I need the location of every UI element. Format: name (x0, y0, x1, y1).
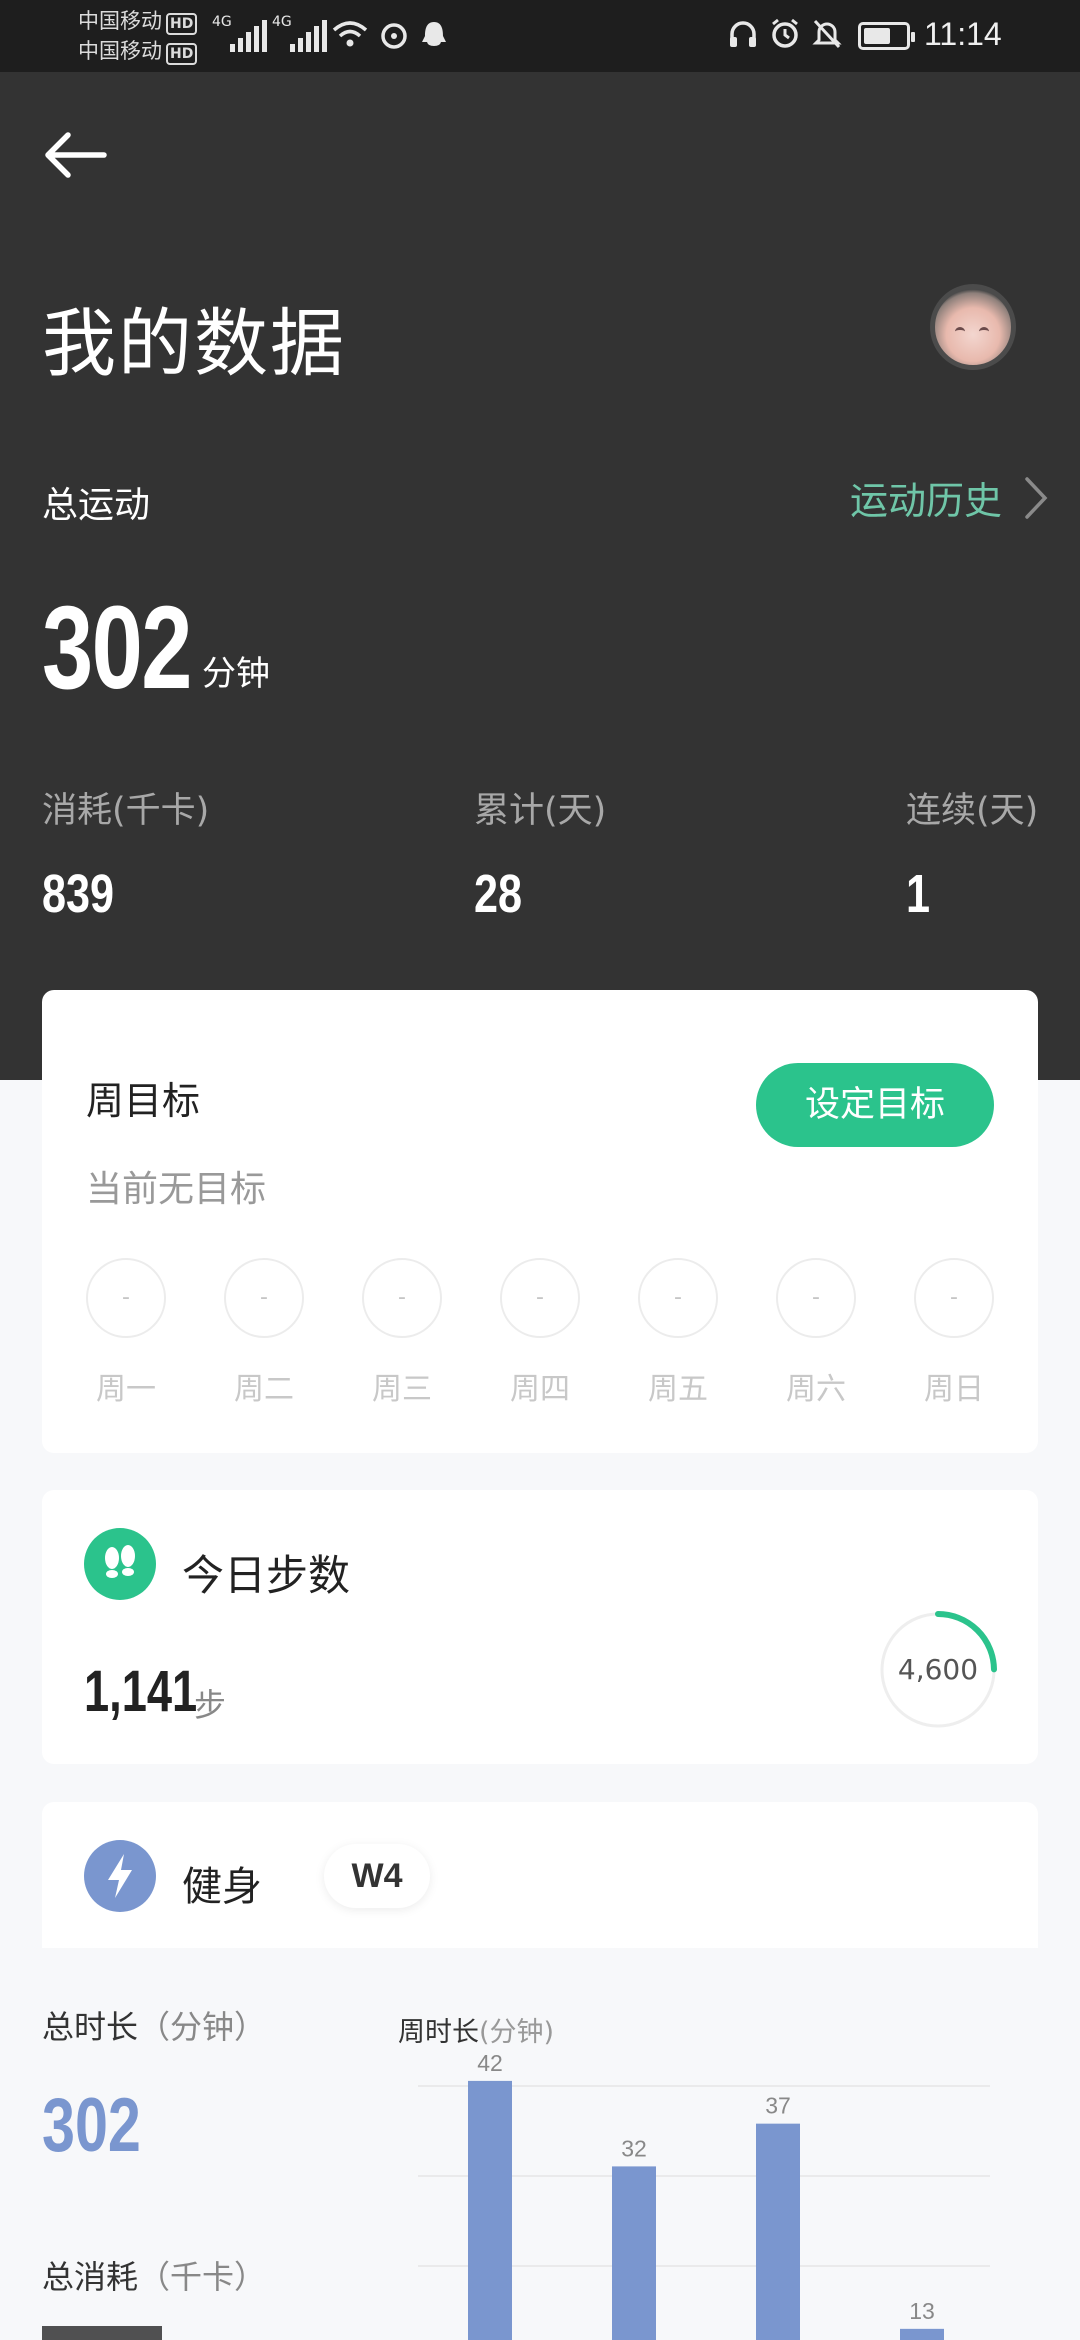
fitness-title: 健身 (182, 1864, 262, 1910)
day-label: 周五 (648, 1372, 708, 1407)
day-label: 周日 (924, 1372, 984, 1407)
status-bar: 中国移动 HD 中国移动 HD 4G 4G 11:14 (0, 0, 1080, 72)
exercise-history-link[interactable]: 运动历史 (850, 470, 1050, 525)
weekly-goal-title: 周目标 (86, 1079, 201, 1123)
day-label: 周三 (372, 1372, 432, 1407)
stat-value: 28 (474, 864, 523, 924)
day-circle: - (224, 1258, 304, 1338)
alarm-icon (768, 16, 802, 61)
today-steps-card[interactable]: 今日步数 1,141 步 4,600 (42, 1490, 1038, 1764)
week-badge: W4 (324, 1844, 430, 1908)
footprints-icon (84, 1528, 156, 1600)
avatar[interactable] (930, 284, 1016, 370)
day-circle: - (638, 1258, 718, 1338)
total-duration-label-text: 总时长 (42, 2008, 139, 2046)
steps-progress-ring: 4,600 (876, 1608, 1000, 1732)
weekly-duration-chart: 42 32 37 13 (418, 2050, 990, 2340)
stat-value: 1 (906, 864, 931, 924)
day-label: 周一 (96, 1372, 156, 1407)
day-circle: - (500, 1258, 580, 1338)
stat-value: 839 (42, 864, 115, 924)
day-friday: - 周五 (638, 1258, 718, 1408)
day-label: 周二 (234, 1372, 294, 1407)
chart-data-label: 42 (477, 2050, 503, 2076)
total-calories-label-text: 总消耗 (42, 2258, 139, 2296)
total-duration-label: 总时长（分钟） (42, 2002, 266, 2048)
headphones-icon (726, 16, 760, 61)
hd-badge-1: HD (166, 13, 198, 35)
chart-bar (612, 2166, 656, 2340)
day-circle: - (362, 1258, 442, 1338)
stat-calories: 消耗(千卡) 839 (42, 782, 209, 925)
chart-bar (756, 2123, 800, 2340)
stat-label: 连续(天) (906, 791, 1039, 831)
signal-icon-1: 4G (212, 14, 267, 52)
total-calories-value-cropped (42, 2326, 162, 2340)
chart-data-label: 13 (909, 2298, 935, 2324)
day-monday: - 周一 (86, 1258, 166, 1408)
total-duration-unit: （分钟） (138, 2008, 267, 2046)
status-time: 11:14 (924, 16, 1002, 52)
chart-title: 周时长(分钟) (398, 2010, 554, 2049)
today-steps-value: 1,141 (84, 1659, 198, 1724)
chart-data-label: 32 (621, 2135, 647, 2161)
silent-bell-icon (810, 16, 844, 61)
stat-cumulative-days: 累计(天) 28 (474, 782, 606, 925)
total-calories-unit: （千卡） (138, 2258, 267, 2296)
network-label-2: 4G (272, 14, 292, 30)
day-thursday: - 周四 (500, 1258, 580, 1408)
weekly-goal-subtitle: 当前无目标 (86, 1169, 267, 1210)
stat-label: 消耗(千卡) (42, 791, 210, 831)
total-exercise-value: 302 (42, 582, 192, 714)
page-title: 我的数据 (42, 301, 346, 387)
hd-badge-2: HD (166, 43, 198, 65)
total-calories-label: 总消耗（千卡） (42, 2252, 266, 2298)
day-wednesday: - 周三 (362, 1258, 442, 1408)
back-arrow-icon (45, 132, 107, 178)
network-label-1: 4G (212, 14, 232, 30)
weekly-goal-card: 周目标 当前无目标 设定目标 - 周一 - 周二 - 周三 - 周四 - 周五 … (42, 990, 1038, 1453)
stat-label: 累计(天) (474, 791, 607, 831)
day-label: 周六 (786, 1372, 846, 1407)
day-label: 周四 (510, 1372, 570, 1407)
total-exercise-unit: 分钟 (202, 654, 270, 694)
carrier-1: 中国移动 (78, 9, 162, 33)
back-button[interactable] (40, 125, 110, 185)
today-steps-title: 今日步数 (182, 1551, 351, 1600)
day-sunday: - 周日 (914, 1258, 994, 1408)
lightning-icon (84, 1840, 156, 1912)
day-circle: - (776, 1258, 856, 1338)
exercise-history-label: 运动历史 (849, 479, 1002, 523)
total-duration-value: 302 (42, 2083, 141, 2168)
signal-icon-2: 4G (272, 14, 327, 52)
stat-consecutive-days: 连续(天) 1 (906, 782, 1038, 925)
day-circle: - (914, 1258, 994, 1338)
chart-data-label: 37 (765, 2093, 791, 2119)
day-tuesday: - 周二 (224, 1258, 304, 1408)
battery-icon (858, 22, 915, 50)
chevron-right-icon (1025, 476, 1048, 519)
chart-bar (468, 2080, 512, 2340)
music-app-icon (378, 16, 410, 61)
carrier-2: 中国移动 (78, 39, 162, 63)
carrier-info: 中国移动 HD 中国移动 HD (78, 6, 198, 66)
total-exercise-label: 总运动 (42, 485, 151, 526)
qq-icon (418, 16, 450, 61)
set-goal-button[interactable]: 设定目标 (756, 1063, 994, 1147)
wifi-icon (330, 16, 370, 61)
day-circle: - (86, 1258, 166, 1338)
chart-title-text: 周时长 (398, 2017, 479, 2048)
chart-title-unit: (分钟) (479, 2017, 555, 2048)
steps-goal-value: 4,600 (897, 1653, 979, 1686)
today-steps-unit: 步 (194, 1686, 227, 1724)
chart-bar (900, 2328, 944, 2340)
day-saturday: - 周六 (776, 1258, 856, 1408)
